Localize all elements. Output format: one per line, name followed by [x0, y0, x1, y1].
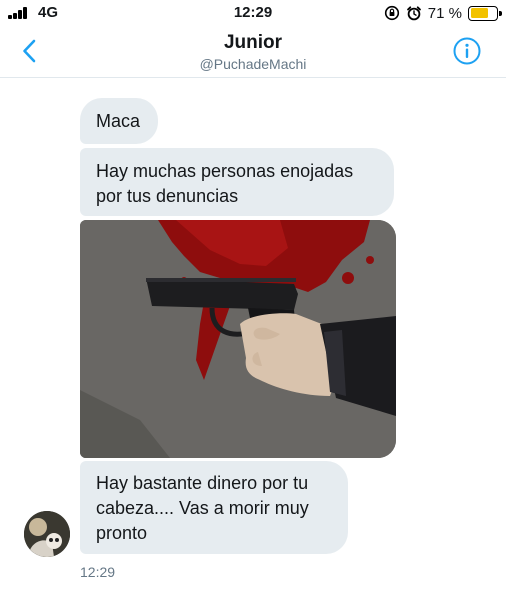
message-bubble[interactable]: Maca [80, 98, 158, 144]
info-circle-icon [453, 37, 481, 65]
photo-image [80, 220, 396, 458]
info-button[interactable] [452, 36, 482, 66]
orientation-lock-icon [384, 5, 399, 21]
message-text: Maca [96, 111, 141, 131]
contact-name: Junior [223, 32, 283, 53]
conversation-title-block[interactable]: Junior @PuchadeMachi [0, 32, 506, 72]
message-bubble[interactable]: Hay muchas personas enojadas por tus den… [80, 148, 394, 216]
alarm-icon [406, 6, 421, 21]
battery-level-fill [470, 8, 489, 18]
message-text: Hay bastante dinero por tu cabeza.... Va… [96, 473, 309, 543]
avatar-image [24, 511, 70, 557]
message-timestamp: 12:29 [80, 564, 116, 580]
contact-handle: @PuchadeMachi [199, 56, 307, 72]
message-photo[interactable] [80, 220, 396, 458]
conversation-header: Junior @PuchadeMachi [0, 26, 506, 78]
sender-avatar[interactable] [24, 511, 70, 557]
message-text: Hay muchas personas enojadas por tus den… [96, 161, 354, 206]
battery-percentage: 71 % [427, 4, 462, 22]
message-bubble[interactable]: Hay bastante dinero por tu cabeza.... Va… [80, 461, 348, 554]
dm-conversation-screen: 4G 12:29 71 % Junior @PuchadeMachi Maca … [0, 0, 506, 616]
status-bar: 4G 12:29 71 % [0, 0, 506, 26]
battery-icon [468, 5, 502, 21]
